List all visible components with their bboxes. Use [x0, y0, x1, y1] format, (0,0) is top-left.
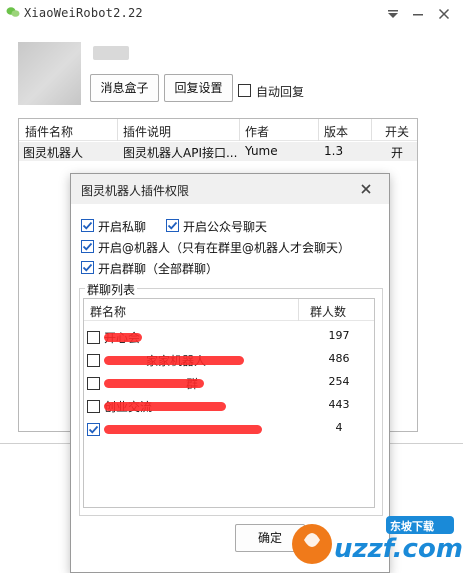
redaction-mark — [104, 356, 244, 365]
at-robot-label: 开启@机器人（只有在群里@机器人才会聊天） — [98, 241, 351, 255]
menu-dropdown-icon[interactable] — [385, 6, 401, 22]
group-chat-label: 开启群聊（全部群聊） — [98, 262, 219, 276]
plugin-description: 图灵机器人API接口... — [123, 146, 238, 160]
watermark-text: uzzf.com — [334, 534, 463, 564]
column-header-version[interactable]: 版本 — [324, 123, 348, 140]
uzzf-watermark-logo: 东坡下载 uzzf.com — [290, 510, 463, 570]
redaction-mark — [104, 402, 226, 411]
plugin-name: 图灵机器人 — [23, 146, 84, 160]
group-list-header: 群名称 群人数 — [84, 299, 374, 321]
nickname-blurred — [93, 46, 129, 60]
group-checkbox[interactable] — [87, 354, 100, 367]
redaction-mark — [104, 425, 262, 434]
group-member-count: 443 — [328, 398, 350, 411]
group-chat-checkbox[interactable] — [81, 261, 94, 274]
minimize-icon[interactable] — [410, 6, 426, 22]
group-checkbox[interactable] — [87, 331, 100, 344]
plugin-table-header: 插件名称 插件说明 作者 版本 开关 — [19, 119, 417, 141]
group-checkbox[interactable] — [87, 423, 100, 436]
message-box-button[interactable]: 消息盒子 — [90, 74, 159, 102]
reply-settings-button[interactable]: 回复设置 — [164, 74, 233, 102]
dialog-title: 图灵机器人插件权限 — [81, 184, 190, 198]
app-logo-icon — [6, 6, 20, 18]
group-member-count: 197 — [328, 329, 350, 342]
column-header-group-name[interactable]: 群名称 — [90, 303, 126, 320]
group-list: 群名称 群人数 开心会 197 家家机器人 486 群 254 创业交流 44 — [83, 298, 375, 508]
group-member-count: 4 — [335, 421, 343, 434]
group-list-title: 群聊列表 — [85, 281, 138, 298]
group-checkbox[interactable] — [87, 377, 100, 390]
column-header-author[interactable]: 作者 — [245, 123, 269, 140]
at-robot-checkbox[interactable] — [81, 240, 94, 253]
list-item[interactable]: 创业交流 443 — [84, 395, 374, 417]
list-item[interactable]: 家家机器人 486 — [84, 349, 374, 371]
plugin-version: 1.3 — [324, 144, 344, 158]
column-header-member-count[interactable]: 群人数 — [310, 303, 346, 320]
redaction-mark — [104, 333, 142, 342]
private-chat-label: 开启私聊 — [98, 220, 147, 234]
title-bar: XiaoWeiRobot2.22 — [0, 0, 463, 28]
auto-reply-label: 自动回复 — [256, 85, 305, 99]
private-chat-checkbox[interactable] — [81, 219, 94, 232]
public-account-label: 开启公众号聊天 — [183, 220, 268, 234]
close-icon[interactable] — [436, 6, 452, 22]
redaction-mark — [104, 379, 204, 388]
list-item[interactable]: 群 254 — [84, 372, 374, 394]
group-member-count: 254 — [328, 375, 350, 388]
column-header-switch[interactable]: 开关 — [385, 123, 409, 140]
dialog-close-icon[interactable] — [359, 182, 373, 196]
list-item[interactable]: 4 — [84, 418, 374, 440]
list-item[interactable]: 开心会 197 — [84, 326, 374, 348]
window-title: XiaoWeiRobot2.22 — [24, 6, 143, 20]
plugin-author: Yume — [245, 144, 278, 158]
watermark-badge: 东坡下载 — [390, 520, 434, 533]
group-member-count: 486 — [328, 352, 350, 365]
column-header-description[interactable]: 插件说明 — [123, 123, 171, 140]
avatar-image — [18, 42, 81, 105]
group-checkbox[interactable] — [87, 400, 100, 413]
table-row[interactable]: 图灵机器人 图灵机器人API接口... Yume 1.3 开 — [19, 142, 417, 161]
auto-reply-checkbox[interactable] — [238, 84, 251, 97]
public-account-checkbox[interactable] — [166, 219, 179, 232]
dialog-title-bar: 图灵机器人插件权限 — [71, 174, 389, 204]
column-header-name[interactable]: 插件名称 — [25, 123, 73, 140]
plugin-switch[interactable]: 开 — [391, 144, 403, 161]
